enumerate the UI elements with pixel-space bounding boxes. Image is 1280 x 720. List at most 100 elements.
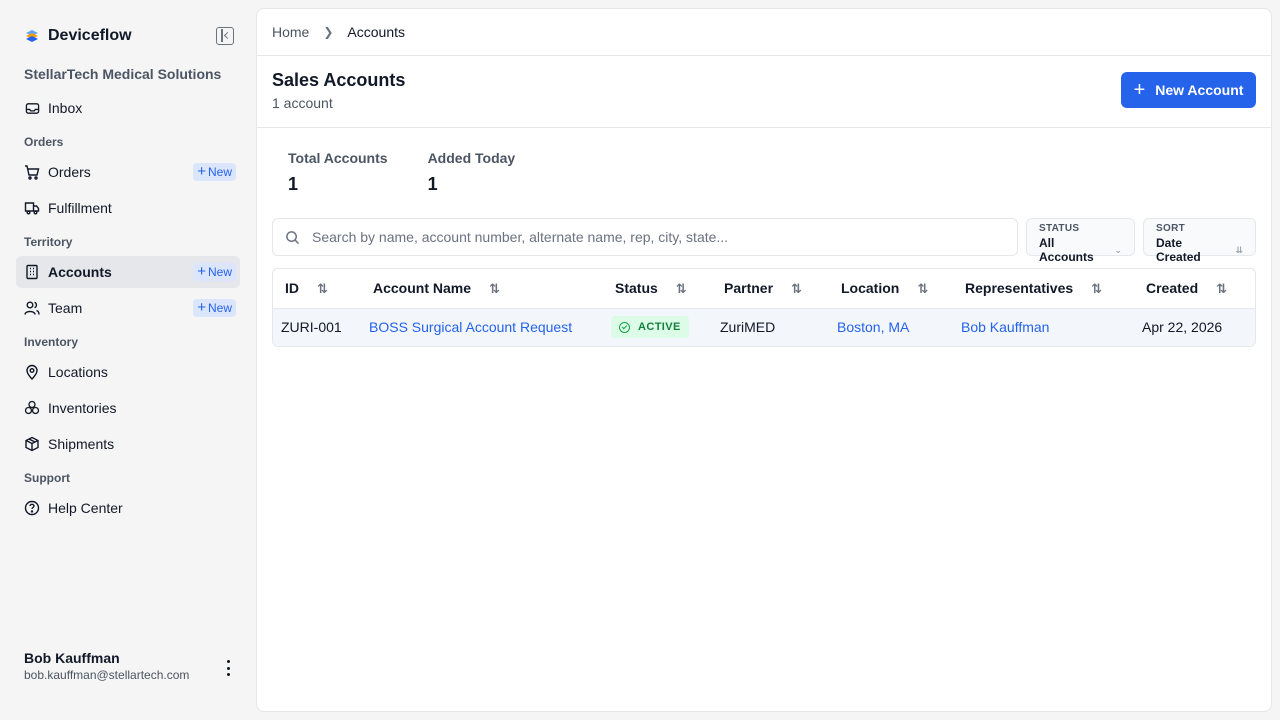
plus-icon: + [197, 299, 206, 316]
section-inventory: Inventory [24, 335, 79, 349]
col-label: Status [615, 279, 658, 296]
sidebar-item-label: Fulfillment [48, 200, 112, 216]
status-badge: ACTIVE [611, 316, 689, 339]
user-profile[interactable]: Bob Kauffman bob.kauffman@stellartech.co… [24, 650, 240, 682]
package-icon [24, 436, 40, 452]
cell-created: Apr 22, 2026 [1134, 308, 1255, 346]
org-name: StellarTech Medical Solutions [24, 66, 222, 82]
status-text: ACTIVE [638, 321, 681, 334]
sidebar-item-inventories[interactable]: Inventories [16, 392, 240, 424]
status-filter-label: STATUS [1039, 223, 1080, 234]
sort-label: SORT [1156, 223, 1185, 234]
section-support: Support [24, 471, 70, 485]
search-box[interactable] [272, 218, 1018, 256]
status-filter-value: All Accounts [1039, 236, 1094, 264]
breadcrumb-home[interactable]: Home [272, 24, 309, 40]
help-circle-icon [24, 500, 40, 516]
table-row[interactable]: ZURI-001 BOSS Surgical Account Request A… [273, 308, 1255, 346]
app-name: Deviceflow [48, 27, 132, 44]
boxes-icon [24, 400, 40, 416]
plus-icon: + [197, 263, 206, 280]
section-orders: Orders [24, 135, 64, 149]
search-icon [286, 230, 300, 244]
more-vertical-icon[interactable] [224, 660, 232, 676]
sidebar-item-label: Accounts [48, 264, 112, 280]
sidebar-item-label: Inbox [48, 100, 83, 116]
sort-icon: ⇅ [1216, 280, 1228, 296]
new-label: New [207, 265, 232, 279]
new-account-button[interactable]: + New Account [1121, 72, 1256, 108]
sidebar-item-inbox[interactable]: Inbox [16, 92, 240, 124]
new-order-button[interactable]: + New [193, 163, 236, 181]
brand[interactable]: Deviceflow [16, 16, 240, 56]
col-created[interactable]: Created ⇅ [1134, 269, 1255, 309]
chevron-right-icon: ❯ [323, 25, 334, 39]
page-title: Sales Accounts [272, 70, 406, 90]
sidebar: Deviceflow StellarTech Medical Solutions… [0, 0, 256, 720]
col-status[interactable]: Status ⇅ [603, 269, 712, 309]
status-filter-dropdown[interactable]: STATUS All Accounts ⌄ [1026, 218, 1136, 264]
page-header: Sales Accounts 1 account + New Account [257, 56, 1271, 128]
breadcrumb: Home ❯ Accounts [257, 9, 1271, 56]
new-account-label: New Account [1155, 82, 1244, 98]
col-label: Representatives [965, 279, 1074, 296]
sidebar-item-label: Locations [48, 364, 108, 380]
col-representatives[interactable]: Representatives ⇅ [953, 269, 1134, 309]
cell-location-link[interactable]: Boston, MA [829, 308, 953, 346]
new-account-pill-button[interactable]: + New [193, 263, 236, 281]
truck-icon [24, 200, 40, 216]
sidebar-item-label: Help Center [48, 500, 123, 516]
sort-value: Date Created [1156, 236, 1201, 264]
cell-partner: ZuriMED [712, 308, 829, 346]
stat-total-accounts: Total Accounts 1 [288, 150, 388, 218]
new-team-button[interactable]: + New [193, 299, 236, 317]
cell-rep-link[interactable]: Bob Kauffman [953, 308, 1134, 346]
search-input[interactable] [312, 229, 992, 245]
sidebar-item-label: Inventories [48, 400, 117, 416]
sidebar-item-label: Shipments [48, 436, 115, 452]
user-name: Bob Kauffman [24, 650, 120, 666]
col-partner[interactable]: Partner ⇅ [712, 269, 829, 309]
sort-icon: ⇅ [791, 280, 802, 296]
table-header-row: ID ⇅ Account Name ⇅ Status ⇅ Partner ⇅ Locat… [273, 269, 1255, 309]
cell-account-name-link[interactable]: BOSS Surgical Account Request [361, 308, 603, 346]
inbox-icon [24, 100, 40, 116]
cell-id: ZURI-001 [273, 308, 361, 346]
sidebar-item-accounts[interactable]: Accounts + New [16, 256, 240, 288]
stats-row: Total Accounts 1 Added Today 1 [257, 128, 1271, 218]
check-circle-icon [619, 321, 630, 333]
col-account-name[interactable]: Account Name ⇅ [361, 269, 603, 309]
stat-label: Added Today [427, 150, 516, 166]
sidebar-item-orders[interactable]: Orders + New [16, 156, 240, 188]
plus-icon: + [197, 163, 206, 180]
col-label: ID [285, 279, 299, 296]
sidebar-item-team[interactable]: Team + New [16, 292, 240, 324]
sort-icon: ⇅ [1091, 280, 1103, 296]
col-label: Account Name [373, 279, 472, 296]
sidebar-item-help-center[interactable]: Help Center [16, 492, 240, 524]
sort-dropdown[interactable]: SORT Date Created ⇊ [1143, 218, 1256, 264]
filter-bar: STATUS All Accounts ⌄ SORT Date Created ⇊ [257, 218, 1271, 264]
accounts-table: ID ⇅ Account Name ⇅ Status ⇅ Partner ⇅ Locat… [272, 268, 1256, 347]
sort-icon: ⇅ [917, 280, 929, 296]
sidebar-item-label: Team [48, 300, 83, 316]
col-id[interactable]: ID ⇅ [273, 269, 361, 309]
user-email: bob.kauffman@stellartech.com [24, 668, 190, 682]
col-label: Location [841, 279, 900, 296]
sidebar-item-shipments[interactable]: Shipments [16, 428, 240, 460]
sidebar-item-label: Orders [48, 164, 91, 180]
plus-icon: + [1133, 79, 1146, 101]
sidebar-item-locations[interactable]: Locations [16, 356, 240, 388]
cell-status: ACTIVE [603, 308, 712, 346]
chevron-down-icon: ⌄ [1114, 244, 1123, 255]
sidebar-item-fulfillment[interactable]: Fulfillment [16, 192, 240, 224]
collapse-sidebar-icon[interactable] [216, 27, 234, 45]
sort-icon: ⇅ [675, 280, 687, 296]
main-panel: Home ❯ Accounts Sales Accounts 1 account… [256, 8, 1272, 712]
stat-label: Total Accounts [288, 150, 388, 166]
sort-icon: ⇅ [489, 280, 500, 296]
cart-icon [24, 164, 40, 180]
col-location[interactable]: Location ⇅ [829, 269, 953, 309]
new-label: New [207, 165, 232, 179]
account-count: 1 account [272, 95, 333, 111]
